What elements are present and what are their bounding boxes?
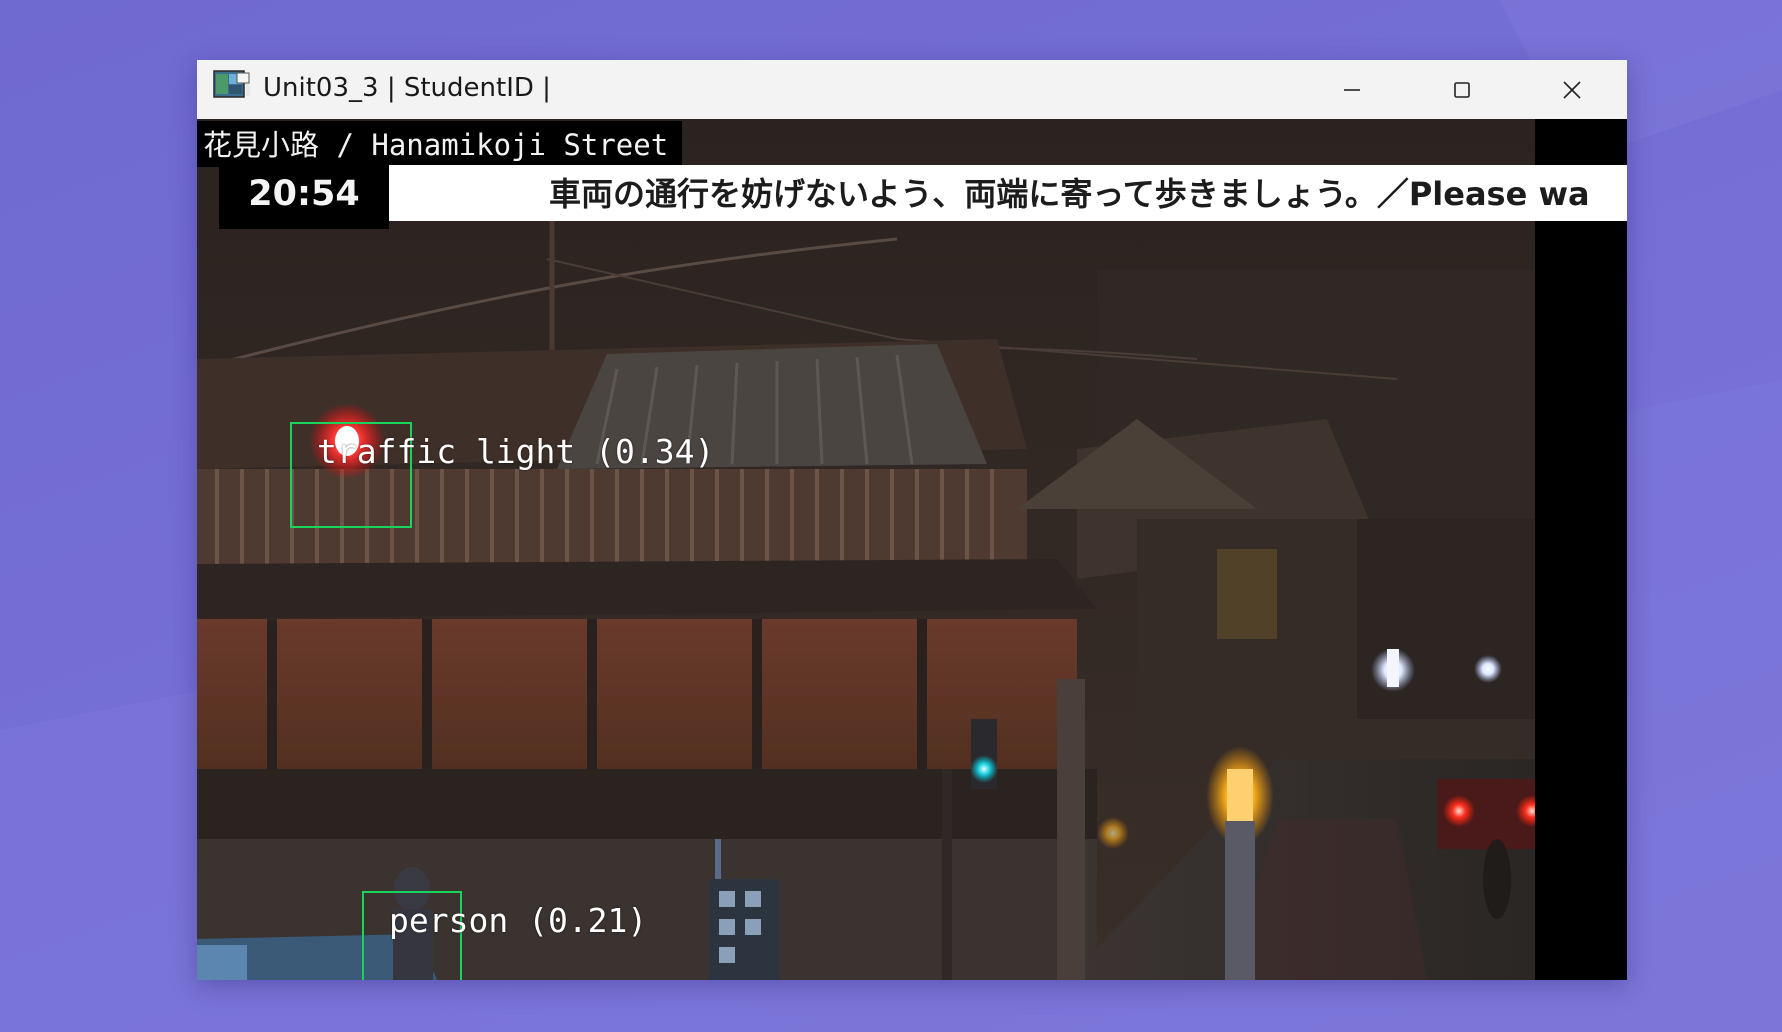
ticker-banner: 車両の通行を妨げないよう、両端に寄って歩きましょう。／Please wa [389,165,1627,221]
video-feed: 花見小路 / Hanamikoji Street 20:54 車両の通行を妨げな… [197,119,1627,980]
close-button[interactable] [1517,60,1627,119]
title-bar[interactable]: Unit03_3 | StudentID | [197,60,1627,119]
minimize-icon [1344,88,1360,91]
maximize-button[interactable] [1407,60,1517,119]
clock: 20:54 [219,165,389,229]
minimize-button[interactable] [1297,60,1407,119]
detection-label-traffic-light: traffic light (0.34) [317,432,715,471]
app-window: Unit03_3 | StudentID | 花見小路 / Hanamikoji… [197,60,1627,980]
close-icon [1563,80,1581,99]
street-scene-image [197,119,1627,980]
letterbox-bar [1535,119,1627,980]
app-icon [213,70,250,98]
window-title: Unit03_3 | StudentID | [263,73,551,103]
detection-label-person: person (0.21) [389,901,648,940]
street-name-label: 花見小路 / Hanamikoji Street [197,121,683,167]
ticker-text: 車両の通行を妨げないよう、両端に寄って歩きましょう。／Please wa [549,175,1590,213]
maximize-icon [1454,81,1470,98]
